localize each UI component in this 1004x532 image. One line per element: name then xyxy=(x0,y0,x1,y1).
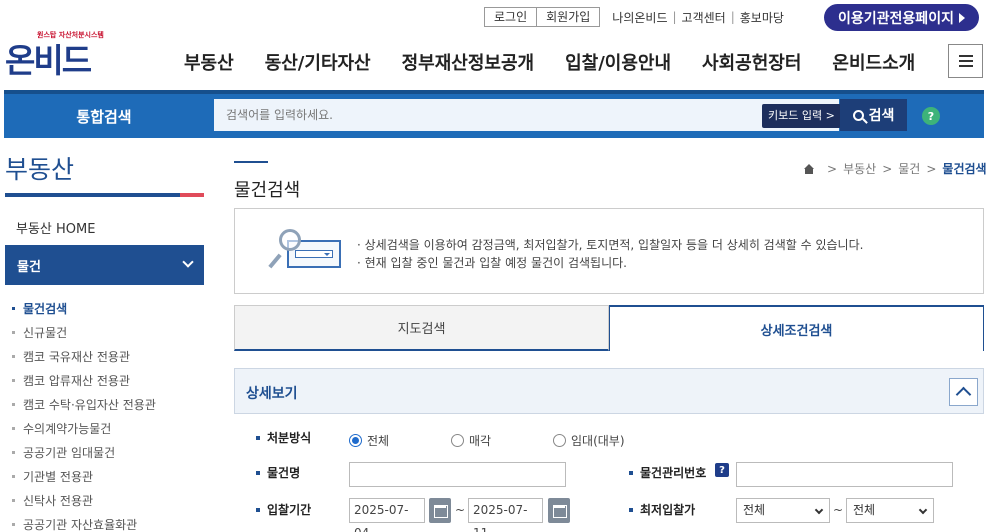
search-illustration-icon xyxy=(268,227,349,277)
chevron-down-icon xyxy=(918,505,928,515)
logo-name: 온비드 xyxy=(5,41,92,80)
home-icon[interactable] xyxy=(803,163,815,174)
gnb-item-gov-property[interactable]: 정부재산정보공개 xyxy=(402,49,534,75)
tab-detail-search[interactable]: 상세조건검색 xyxy=(609,305,984,351)
min-bid-label: 최저입찰가 xyxy=(629,501,695,518)
disposal-label: 처분방식 xyxy=(256,429,311,446)
lnb-active-menu[interactable]: 물건 xyxy=(5,245,204,285)
partner-page-button[interactable]: 이용기관전용페이지 xyxy=(824,4,979,31)
lnb-submenu: 물건검색 신규물건 캠코 국유재산 전용관 캠코 압류재산 전용관 캠코 수탁·… xyxy=(12,296,156,532)
lnb-title: 부동산 xyxy=(5,155,75,184)
partner-page-label: 이용기관전용페이지 xyxy=(838,10,954,27)
gnb-item-about[interactable]: 온비드소개 xyxy=(832,49,915,75)
chevron-down-icon xyxy=(182,256,194,268)
gnb-item-movable[interactable]: 동산/기타자산 xyxy=(265,49,371,75)
lnb-item-kamco-national[interactable]: 캠코 국유재산 전용관 xyxy=(12,344,156,368)
bid-period-label: 입찰기간 xyxy=(256,501,311,518)
lnb-item-private-contract[interactable]: 수의계약가능물건 xyxy=(12,416,156,440)
range-tilde: ~ xyxy=(455,503,466,517)
breadcrumb-current: 물건검색 xyxy=(942,162,987,176)
info-line: · 상세검색을 이용하여 감정금액, 최저입찰가, 토지면적, 입찰일자 등을 … xyxy=(357,238,864,252)
search-label: 통합검색 xyxy=(76,107,132,126)
lnb-active-label: 물건 xyxy=(17,259,41,275)
search-tabs: 지도검색 상세조건검색 xyxy=(234,305,984,351)
search-input[interactable]: 검색어를 입력하세요. xyxy=(214,99,839,131)
radio-all[interactable]: 전체 xyxy=(349,432,389,449)
mgmt-no-input[interactable] xyxy=(736,462,953,487)
min-bid-to-select[interactable]: 전체 xyxy=(846,498,934,523)
item-name-input[interactable] xyxy=(349,462,566,487)
logo[interactable]: 원스탑 자산처분시스템 온비드 xyxy=(5,26,105,80)
calendar-icon[interactable] xyxy=(429,498,451,523)
min-bid-from-select[interactable]: 전체 xyxy=(736,498,830,523)
tab-map-search[interactable]: 지도검색 xyxy=(234,305,609,351)
radio-lease[interactable]: 임대(대부) xyxy=(553,432,625,449)
login-button[interactable]: 로그인 xyxy=(484,7,538,27)
separator: | xyxy=(672,10,677,24)
info-line: · 현재 입찰 중인 물건과 입찰 예정 물건이 검색됩니다. xyxy=(357,256,627,270)
lnb-item-kamco-seized[interactable]: 캠코 압류재산 전용관 xyxy=(12,368,156,392)
search-bar: 통합검색 검색어를 입력하세요. 키보드 입력 > 검색 ? xyxy=(4,90,984,138)
utility-bar: 로그인 회원가입 나의온비드 | 고객센터 | 홍보마당 xyxy=(484,7,784,27)
title-accent xyxy=(234,161,268,163)
chevron-down-icon xyxy=(814,505,824,515)
lnb-item-agency[interactable]: 기관별 전용관 xyxy=(12,464,156,488)
gnb-item-social[interactable]: 사회공헌장터 xyxy=(702,49,801,75)
customer-center-link[interactable]: 고객센터 xyxy=(682,9,726,26)
promotion-link[interactable]: 홍보마당 xyxy=(740,9,784,26)
item-name-label: 물건명 xyxy=(256,464,300,481)
lnb-home-link[interactable]: 부동산 HOME xyxy=(16,218,95,237)
lnb-item-efficiency[interactable]: 공공기관 자산효율화관 xyxy=(12,512,156,532)
detail-header: 상세보기 xyxy=(234,368,984,414)
date-to-input[interactable]: 2025-07-11 xyxy=(468,498,543,532)
lnb-divider xyxy=(5,193,204,197)
hamburger-menu-icon[interactable] xyxy=(948,44,983,78)
breadcrumb: > 부동산 > 물건 > 물건검색 xyxy=(803,160,987,177)
search-button[interactable]: 검색 xyxy=(840,99,907,131)
mgmt-no-label: 물건관리번호 xyxy=(629,464,706,481)
calendar-icon[interactable] xyxy=(548,498,570,523)
mgmt-help-icon[interactable]: ? xyxy=(715,463,729,477)
breadcrumb-item[interactable]: 부동산 xyxy=(843,160,876,177)
info-text: · 상세검색을 이용하여 감정금액, 최저입찰가, 토지면적, 입찰일자 등을 … xyxy=(357,236,863,272)
gnb-item-realestate[interactable]: 부동산 xyxy=(184,49,234,75)
date-from-input[interactable]: 2025-07-04 xyxy=(349,498,425,532)
collapse-toggle-icon[interactable] xyxy=(949,378,978,406)
search-button-label: 검색 xyxy=(868,108,895,124)
info-box: · 상세검색을 이용하여 감정금액, 최저입찰가, 토지면적, 입찰일자 등을 … xyxy=(234,208,984,294)
global-nav: 부동산 동산/기타자산 정부재산정보공개 입찰/이용안내 사회공헌장터 온비드소… xyxy=(184,49,946,75)
my-onbid-link[interactable]: 나의온비드 xyxy=(612,9,667,26)
lnb-item-trust-company[interactable]: 신탁사 전용관 xyxy=(12,488,156,512)
detail-title: 상세보기 xyxy=(246,386,298,402)
range-tilde: ~ xyxy=(833,503,844,517)
utility-links: 나의온비드 | 고객센터 | 홍보마당 xyxy=(612,9,784,26)
join-button[interactable]: 회원가입 xyxy=(536,7,601,27)
page-title: 물건검색 xyxy=(234,180,301,201)
gnb-item-bid-guide[interactable]: 입찰/이용안내 xyxy=(565,49,671,75)
lnb-item-new[interactable]: 신규물건 xyxy=(12,320,156,344)
breadcrumb-item[interactable]: 물건 xyxy=(898,160,920,177)
separator: | xyxy=(730,10,735,24)
radio-sale[interactable]: 매각 xyxy=(451,432,491,449)
search-icon xyxy=(852,109,864,121)
lnb-item-search[interactable]: 물건검색 xyxy=(12,296,156,320)
play-arrow-icon xyxy=(958,12,965,23)
lnb-item-kamco-trust[interactable]: 캠코 수탁·유입자산 전용관 xyxy=(12,392,156,416)
keyboard-input-button[interactable]: 키보드 입력 > xyxy=(762,104,841,128)
help-icon[interactable]: ? xyxy=(922,107,940,125)
lnb-item-public-lease[interactable]: 공공기관 임대물건 xyxy=(12,440,156,464)
